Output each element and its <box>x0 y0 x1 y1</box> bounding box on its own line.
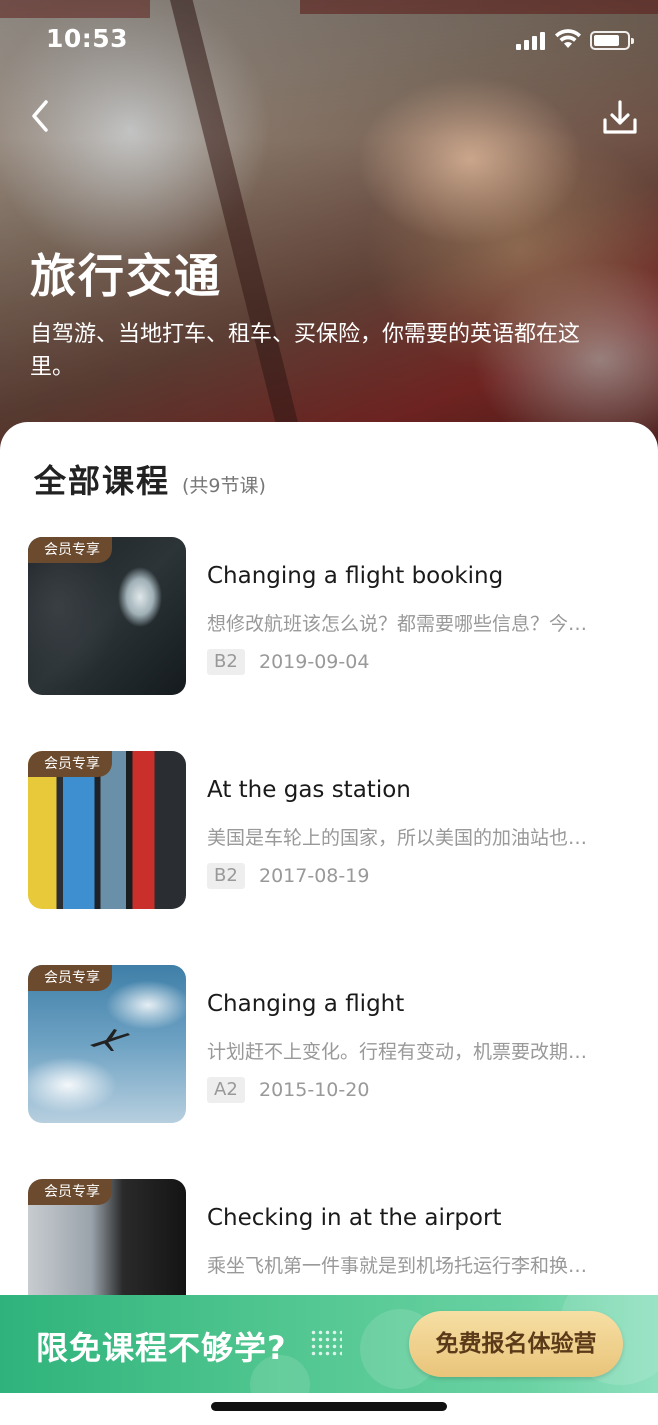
course-item[interactable]: 会员专享 Changing a flight booking 想修改航班该怎么说… <box>28 537 632 695</box>
back-button[interactable] <box>22 96 62 136</box>
course-thumbnail: 会员专享 <box>28 751 186 909</box>
course-item[interactable]: 会员专享 Changing a flight 计划赶不上变化。行程有变动，机票要… <box>28 965 632 1123</box>
course-title: At the gas station <box>207 777 411 803</box>
course-title: Checking in at the airport <box>207 1205 502 1231</box>
course-thumbnail: 会员专享 <box>28 965 186 1123</box>
section-title: 全部课程 <box>34 462 171 500</box>
vip-badge: 会员专享 <box>28 1179 112 1205</box>
course-description: 想修改航班该怎么说？都需要哪些信息？今… <box>207 613 588 635</box>
course-date: 2017-08-19 <box>259 865 370 887</box>
level-badge: B2 <box>207 863 245 889</box>
course-count: (共9节课) <box>182 475 266 497</box>
airplane-icon <box>90 1029 130 1051</box>
signup-button[interactable]: 免费报名体验营 <box>409 1311 623 1377</box>
battery-icon <box>590 31 634 50</box>
status-bar: 10:53 <box>0 0 658 80</box>
course-date: 2019-09-04 <box>259 651 370 673</box>
dots-decoration <box>310 1329 342 1357</box>
course-description: 计划赶不上变化。行程有变动，机票要改期… <box>207 1041 588 1063</box>
promo-text: 限免课程不够学? <box>36 1329 287 1367</box>
page-description: 自驾游、当地打车、租车、买保险，你需要的英语都在这里。 <box>30 322 581 380</box>
wifi-icon <box>555 29 581 48</box>
vip-badge: 会员专享 <box>28 751 112 777</box>
download-button[interactable] <box>598 96 642 140</box>
page-title: 旅行交通 <box>30 249 222 303</box>
course-title: Changing a flight <box>207 991 405 1017</box>
promo-banner[interactable]: 限免课程不够学? 免费报名体验营 <box>0 1295 658 1393</box>
status-time: 10:53 <box>46 24 129 53</box>
level-badge: B2 <box>207 649 245 675</box>
section-header: 全部课程 (共9节课) <box>34 456 266 502</box>
course-date: 2015-10-20 <box>259 1079 370 1101</box>
course-thumbnail: 会员专享 <box>28 537 186 695</box>
home-indicator <box>211 1402 447 1411</box>
course-title: Changing a flight booking <box>207 563 504 589</box>
level-badge: A2 <box>207 1077 245 1103</box>
vip-badge: 会员专享 <box>28 965 112 991</box>
vip-badge: 会员专享 <box>28 537 112 563</box>
course-description: 美国是车轮上的国家，所以美国的加油站也… <box>207 827 588 849</box>
course-description: 乘坐飞机第一件事就是到机场托运行李和换… <box>207 1255 588 1277</box>
course-item[interactable]: 会员专享 At the gas station 美国是车轮上的国家，所以美国的加… <box>28 751 632 909</box>
signal-icon <box>516 32 548 50</box>
